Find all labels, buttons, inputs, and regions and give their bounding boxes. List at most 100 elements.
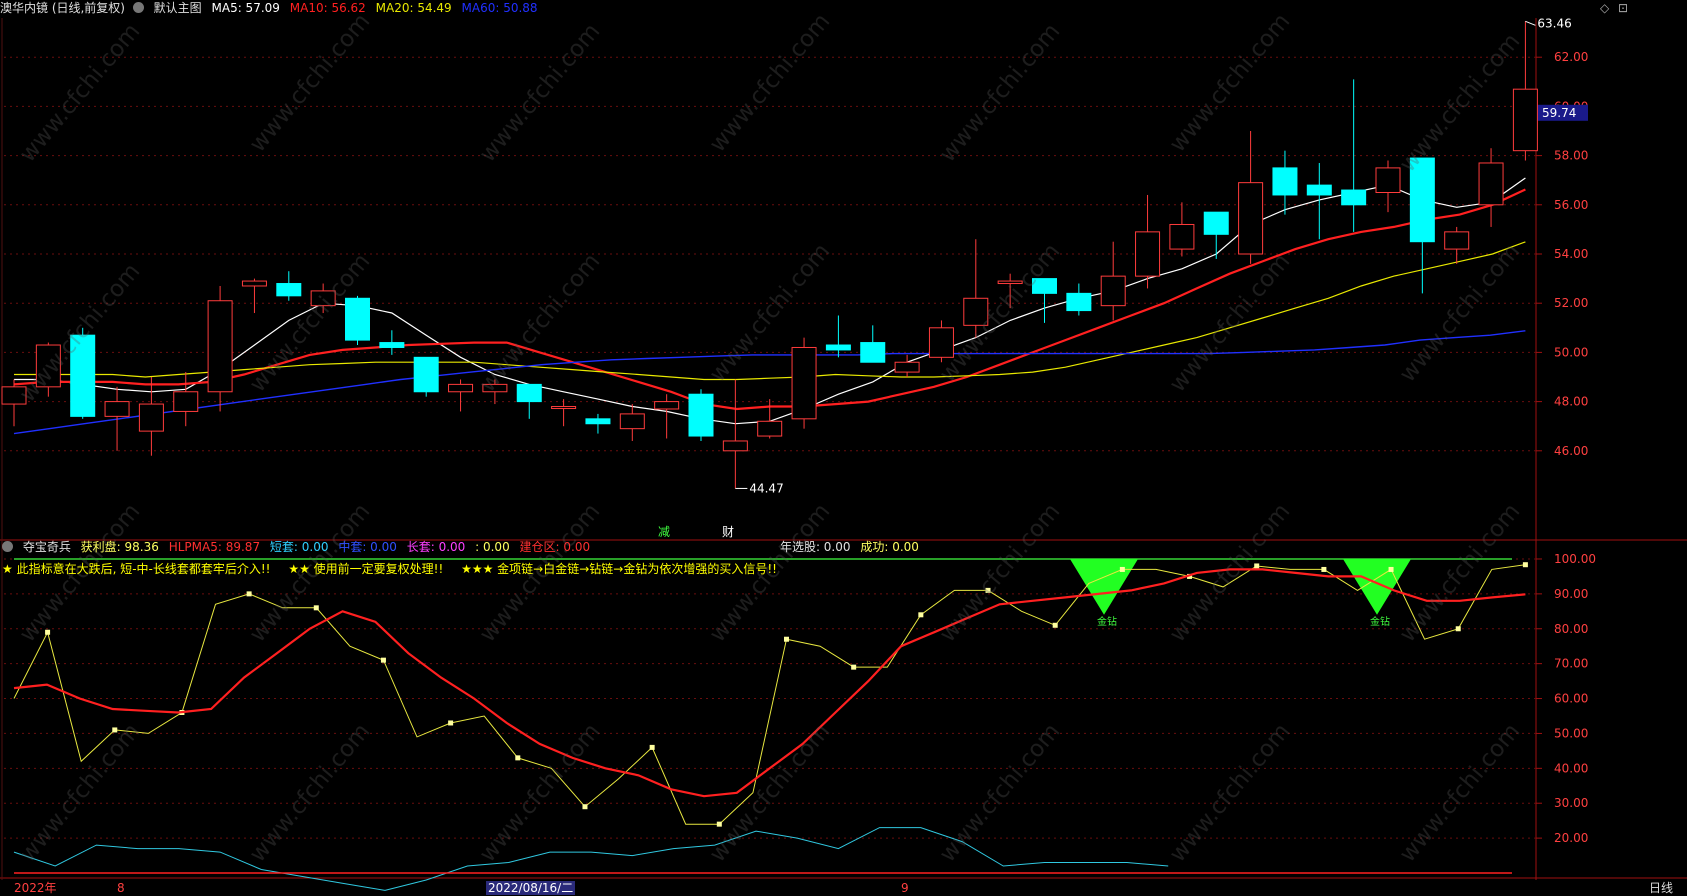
profit-point xyxy=(918,612,924,618)
current-price-label: 59.74 xyxy=(1542,106,1576,120)
success-value: 成功: 0.00 xyxy=(860,540,919,554)
candle-body xyxy=(1238,182,1264,255)
indicator-y-tick-label: 80.00 xyxy=(1554,622,1588,636)
indicator-settings-icon[interactable] xyxy=(2,541,13,552)
candle-body xyxy=(619,413,645,430)
main-y-tick-label: 50.00 xyxy=(1554,345,1588,359)
profit-point xyxy=(1321,566,1327,572)
candle-body xyxy=(688,393,714,437)
candle-body xyxy=(413,356,439,393)
low-price-label: 44.47 xyxy=(749,481,783,495)
candle-body xyxy=(1478,162,1504,206)
candle-body xyxy=(276,283,302,297)
x-label-sep: 9 xyxy=(901,881,909,895)
candle-body xyxy=(448,383,474,393)
marker-jian: 减 xyxy=(658,525,670,539)
profit-point xyxy=(985,587,991,593)
candle-body xyxy=(516,383,542,403)
candle-body xyxy=(1444,231,1470,250)
main-y-tick-label: 54.00 xyxy=(1554,247,1588,261)
ma10-value: MA10: 56.62 xyxy=(289,1,366,15)
profit-point xyxy=(1119,566,1125,572)
candle-body xyxy=(654,401,680,410)
note-2: ★★ 使用前一定要复权处理!! xyxy=(288,562,444,576)
buy-signal-label: 金钻 xyxy=(1370,615,1390,628)
candle-body xyxy=(963,297,989,326)
candle-body xyxy=(379,342,405,348)
high-price-arrow xyxy=(1525,20,1536,26)
candle-body xyxy=(791,346,817,420)
candle-body xyxy=(894,361,920,373)
chart-mode[interactable]: 默认主图 xyxy=(154,1,202,15)
candle-body xyxy=(241,280,267,287)
candle-body xyxy=(104,401,130,417)
indicator-y-tick-label: 40.00 xyxy=(1554,761,1588,775)
candle-body xyxy=(1375,167,1401,193)
candle-body xyxy=(1135,231,1161,277)
profit-point xyxy=(45,629,51,635)
indicator-header: 夺宝奇兵 获利盘: 98.36 HLPMA5: 89.87 短套: 0.00 中… xyxy=(0,539,925,557)
profit-point xyxy=(851,664,857,670)
candle-body xyxy=(138,403,164,432)
profit-point xyxy=(112,727,118,733)
main-y-tick-label: 62.00 xyxy=(1554,50,1588,64)
candle-body xyxy=(860,342,886,363)
candle-body xyxy=(1032,278,1057,294)
main-chart-header: 澳华内镜 (日线,前复权) 默认主图 MA5: 57.09 MA10: 56.6… xyxy=(0,0,544,18)
profit-point xyxy=(649,744,655,750)
diamond-icon[interactable]: ◇ xyxy=(1600,1,1609,15)
main-y-tick-label: 56.00 xyxy=(1554,198,1588,212)
candle-body xyxy=(928,327,954,358)
settings-circle-icon[interactable] xyxy=(132,2,144,13)
profit-point xyxy=(246,591,252,597)
profit-point xyxy=(1455,626,1461,632)
window-restore-icon[interactable]: ⊡ xyxy=(1618,1,1628,15)
profit-point xyxy=(313,605,319,611)
indicator-y-tick-label: 100.00 xyxy=(1554,552,1596,566)
profit-point xyxy=(783,636,789,642)
indicator-name[interactable]: 夺宝奇兵 xyxy=(23,540,71,554)
buy-signal-triangle xyxy=(1070,558,1138,615)
chart-canvas: 46.00 48.00 50.00 52.00 54.00 56.00 58.00 60.00… xyxy=(0,16,1687,891)
candle-body xyxy=(482,383,508,393)
candle-body xyxy=(1203,211,1229,235)
candle-body xyxy=(310,290,336,307)
indicator-line-profit xyxy=(13,564,1526,825)
profit-point xyxy=(515,755,521,761)
indicator-y-tick-label: 50.00 xyxy=(1554,726,1588,740)
candle-body xyxy=(1066,292,1092,312)
note-3: ★★★ 金项链→白金链→钻链→金钻为依次增强的买入信号!! xyxy=(461,562,777,576)
main-y-tick-label: 58.00 xyxy=(1554,149,1588,163)
indicator-line-cyan xyxy=(13,827,1169,891)
candle-body xyxy=(1341,189,1367,206)
buy-signal-triangle xyxy=(1343,558,1411,615)
high-price-label: 63.46 xyxy=(1537,16,1571,30)
profit-point xyxy=(716,821,722,827)
candle-body xyxy=(722,440,748,452)
main-y-tick-label: 48.00 xyxy=(1554,395,1588,409)
candle-body xyxy=(551,406,577,410)
main-y-tick-label: 52.00 xyxy=(1554,296,1588,310)
x-label-year: 2022年 xyxy=(14,881,57,895)
marker-cai: 财 xyxy=(722,525,734,539)
year-pick-value: 年选股: 0.00 xyxy=(779,540,851,554)
candle-body xyxy=(70,334,96,417)
period-label[interactable]: 日线 xyxy=(1649,881,1673,895)
candle-body xyxy=(1100,275,1126,307)
indicator-y-tick-label: 30.00 xyxy=(1554,796,1588,810)
colon-value: : 0.00 xyxy=(475,540,510,554)
note-1: ★ 此指标意在大跌后, 短-中-长线套都套牢后介入!! xyxy=(2,562,271,576)
profit-point xyxy=(1052,622,1058,628)
profit-point xyxy=(1254,563,1260,569)
candle-body xyxy=(757,420,783,437)
profit-point xyxy=(380,657,386,663)
build-value: 建仓区: 0.00 xyxy=(519,540,591,554)
indicator-y-tick-label: 90.00 xyxy=(1554,587,1588,601)
candle-body xyxy=(585,418,611,425)
stock-title[interactable]: 澳华内镜 (日线,前复权) xyxy=(0,1,125,15)
short-value: 短套: 0.00 xyxy=(269,540,329,554)
ma20-value: MA20: 54.49 xyxy=(375,1,452,15)
x-label-aug: 8 xyxy=(117,881,125,895)
candle-body xyxy=(1306,184,1332,196)
candle-body xyxy=(1512,88,1538,152)
